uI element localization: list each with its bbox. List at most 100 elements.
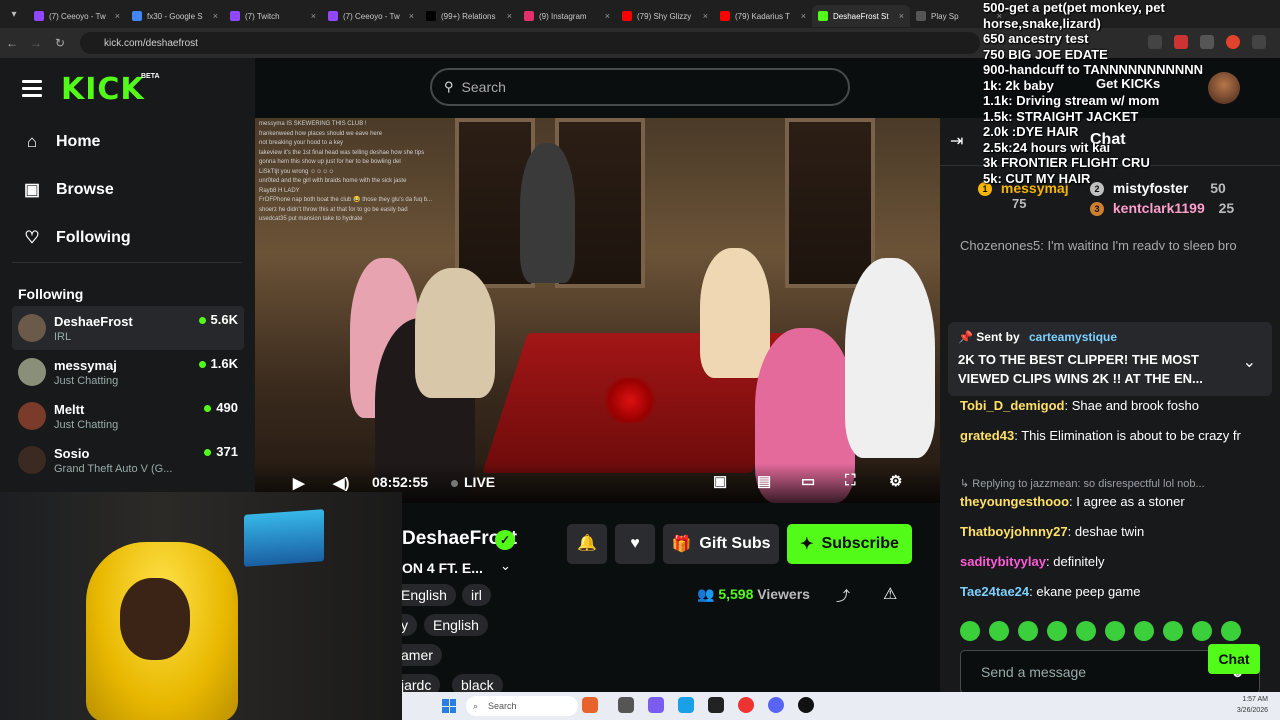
browser-tab[interactable]: (79) Kadarius T ×: [714, 5, 812, 27]
collapse-chat-icon[interactable]: ⇥: [950, 131, 963, 151]
sidebar: KICK BETA ⌂ Home ▣ Browse ♡ Following Fo…: [0, 58, 255, 498]
browser-tab[interactable]: (7) Ceeoyo - Tw ×: [322, 5, 420, 27]
search-icon: ⚲: [444, 79, 454, 94]
tab-favicon-icon: [622, 11, 632, 21]
close-tab-icon[interactable]: ×: [899, 11, 904, 21]
nav-browse[interactable]: ▣ Browse: [22, 178, 114, 202]
stream-tag[interactable]: irl: [462, 584, 491, 606]
forward-icon[interactable]: →: [24, 36, 48, 50]
emote-icon[interactable]: [1221, 621, 1241, 641]
browser-tab[interactable]: fx30 - Google S ×: [126, 5, 224, 27]
browser-tab[interactable]: (7) Twitch ×: [224, 5, 322, 27]
chat-username[interactable]: Thatboyjohnny27: [960, 524, 1068, 539]
video-chat-line: LiSkTtjt you wrong ☺☺☺☺: [259, 168, 335, 175]
kick-logo[interactable]: KICK: [61, 72, 145, 107]
reload-icon[interactable]: ↻: [48, 36, 72, 50]
taskbar-app-icon[interactable]: [618, 697, 634, 713]
clip-icon[interactable]: ▤: [757, 472, 771, 490]
viewer-count: 371: [204, 444, 238, 459]
tab-label: (79) Kadarius T: [735, 11, 790, 21]
chat-text: I agree as a stoner: [1076, 494, 1185, 509]
browser-tab[interactable]: (79) Shy Glizzy ×: [616, 5, 714, 27]
nav-home[interactable]: ⌂ Home: [22, 130, 101, 154]
taskbar-app-icon[interactable]: [648, 697, 664, 713]
emote-icon[interactable]: [1047, 621, 1067, 641]
close-tab-icon[interactable]: ×: [213, 11, 218, 21]
following-channel[interactable]: DeshaeFrost IRL 5.6K: [12, 306, 244, 350]
emote-icon[interactable]: [989, 621, 1009, 641]
close-tab-icon[interactable]: ×: [703, 11, 708, 21]
theater-mode-icon[interactable]: ▭: [801, 472, 815, 490]
browser-tab[interactable]: (9) Instagram ×: [518, 5, 616, 27]
emote-icon[interactable]: [1134, 621, 1154, 641]
search-input[interactable]: ⚲ Search: [430, 68, 850, 106]
back-icon[interactable]: ←: [0, 36, 24, 50]
tab-search-icon[interactable]: ▾: [0, 9, 28, 20]
subscribe-button[interactable]: ✦ Subscribe: [787, 524, 912, 564]
emote-icon[interactable]: [1018, 621, 1038, 641]
following-channel[interactable]: Meltt Just Chatting 490: [12, 394, 244, 438]
sidebar-divider: [12, 262, 242, 263]
emote-icon[interactable]: [1105, 621, 1125, 641]
nav-following[interactable]: ♡ Following: [22, 226, 130, 250]
emote-icon[interactable]: [1192, 621, 1212, 641]
close-tab-icon[interactable]: ×: [507, 11, 512, 21]
avatar: [18, 314, 46, 342]
gift-subs-button[interactable]: 🎁 Gift Subs: [663, 524, 779, 564]
pinned-message[interactable]: 📌 Sent by carteamystique 2K TO THE BEST …: [948, 322, 1272, 396]
emote-icon[interactable]: [1163, 621, 1183, 641]
play-icon[interactable]: ▶: [293, 474, 305, 492]
browser-tab[interactable]: (99+) Relations ×: [420, 5, 518, 27]
chat-username[interactable]: saditybityylay: [960, 554, 1046, 569]
fullscreen-icon[interactable]: ⛶: [845, 472, 856, 489]
send-chat-button[interactable]: Chat: [1208, 644, 1260, 674]
chat-username[interactable]: grated43: [960, 428, 1014, 443]
windows-start-icon[interactable]: [442, 699, 456, 713]
chat-username[interactable]: theyoungesthooo: [960, 494, 1069, 509]
chrome-icon[interactable]: [738, 697, 754, 713]
pinned-user: carteamystique: [1028, 330, 1118, 344]
video-player[interactable]: messyma IS SKEWERING THIS CLUB ! frankenw…: [255, 118, 940, 503]
follow-heart-button[interactable]: ♥: [615, 524, 655, 564]
chat-username[interactable]: Tae24tae24: [960, 584, 1029, 599]
hamburger-menu-icon[interactable]: [22, 80, 42, 101]
close-tab-icon[interactable]: ×: [409, 11, 414, 21]
close-tab-icon[interactable]: ×: [605, 11, 610, 21]
discord-icon[interactable]: [768, 697, 784, 713]
share-icon[interactable]: ⤴: [836, 586, 850, 606]
chat-input-placeholder: Send a message: [981, 664, 1087, 680]
taskbar-search[interactable]: ⌕ Search: [466, 696, 578, 716]
channel-name: messymaj: [54, 357, 117, 373]
system-clock[interactable]: 1:57 AM 3/26/2026: [1237, 694, 1268, 716]
video-scene-roses: [600, 378, 660, 423]
reply-icon: ↳: [960, 478, 970, 490]
channel-name: Sosio: [54, 445, 90, 461]
edge-icon[interactable]: [678, 697, 694, 713]
browser-tab[interactable]: DeshaeFrost St ×: [812, 5, 910, 27]
settings-gear-icon[interactable]: ⚙: [889, 472, 902, 490]
following-channel[interactable]: messymaj Just Chatting 1.6K: [12, 350, 244, 394]
notification-bell-button[interactable]: 🔔: [567, 524, 607, 564]
browser-tab[interactable]: (7) Ceeoyo - Tw ×: [28, 5, 126, 27]
emote-icon[interactable]: [960, 621, 980, 641]
report-warning-icon[interactable]: ⚠: [883, 584, 897, 604]
verified-check-icon: ✓: [495, 530, 515, 550]
address-bar[interactable]: kick.com/deshaefrost: [80, 32, 980, 54]
following-channel[interactable]: Sosio Grand Theft Auto V (G... 371: [12, 438, 244, 482]
streamer-webcam-overlay: [0, 492, 402, 720]
taskbar-app-icon[interactable]: [798, 697, 814, 713]
chevron-down-icon[interactable]: ⌄: [500, 558, 511, 574]
stream-tag[interactable]: English: [424, 614, 488, 636]
picture-in-picture-icon[interactable]: ▣: [713, 472, 727, 490]
chat-username[interactable]: Tobi_D_demigod: [960, 398, 1064, 413]
leaderboard-entry[interactable]: 3 kentclark1199 25: [1090, 200, 1234, 217]
emote-icon[interactable]: [1076, 621, 1096, 641]
taskbar-app-icon[interactable]: [582, 697, 598, 713]
expand-pinned-icon[interactable]: ⌄: [1243, 352, 1256, 372]
taskbar-app-icon[interactable]: [708, 697, 724, 713]
close-tab-icon[interactable]: ×: [311, 11, 316, 21]
close-tab-icon[interactable]: ×: [801, 11, 806, 21]
webcam-monitor-glow: [244, 509, 324, 567]
close-tab-icon[interactable]: ×: [115, 11, 120, 21]
volume-icon[interactable]: ◀): [333, 474, 350, 492]
